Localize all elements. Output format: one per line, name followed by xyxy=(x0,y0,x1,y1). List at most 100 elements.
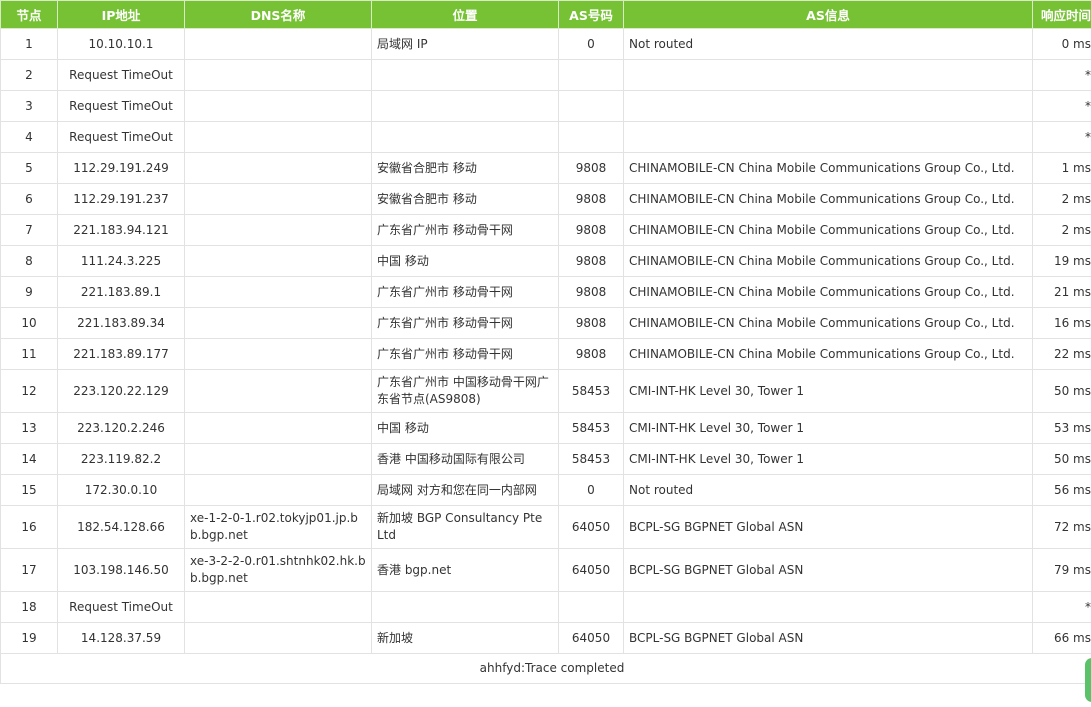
cell-ip: 223.119.82.2 xyxy=(57,443,185,475)
cell-as-info: BCPL-SG BGPNET Global ASN xyxy=(623,622,1033,654)
cell-location: 广东省广州市 中国移动骨干网广东省节点(AS9808) xyxy=(371,369,559,413)
cell-as-number: 64050 xyxy=(558,622,624,654)
traceroute-table: 节点 IP地址 DNS名称 位置 AS号码 AS信息 响应时间 1 10.10.1… xyxy=(0,0,1091,684)
cell-as-info xyxy=(623,121,1033,153)
cell-as-number xyxy=(558,121,624,153)
table-row: 19 14.128.37.59 新加坡 64050 BCPL-SG BGPNET Glo… xyxy=(0,622,1091,654)
cell-as-number: 0 xyxy=(558,28,624,60)
cell-hop: 18 xyxy=(0,591,58,623)
table-row: 2 Request TimeOut * xyxy=(0,59,1091,91)
cell-response-time: 50 ms xyxy=(1032,369,1091,413)
cell-response-time: 21 ms xyxy=(1032,276,1091,308)
cell-as-info xyxy=(623,90,1033,122)
cell-as-number: 58453 xyxy=(558,412,624,444)
cell-location xyxy=(371,59,559,91)
cell-ip: 112.29.191.237 xyxy=(57,183,185,215)
trace-status-row: ahhfyd:Trace completed xyxy=(0,653,1091,684)
cell-ip: 223.120.2.246 xyxy=(57,412,185,444)
cell-dns xyxy=(184,412,372,444)
table-row: 5 112.29.191.249 安徽省合肥市 移动 9808 CHINAMOBILE-… xyxy=(0,152,1091,184)
cell-as-number xyxy=(558,90,624,122)
cell-hop: 7 xyxy=(0,214,58,246)
cell-dns xyxy=(184,59,372,91)
cell-as-number xyxy=(558,59,624,91)
col-header-hop: 节点 xyxy=(0,0,58,29)
cell-location: 局域网 对方和您在同一内部网 xyxy=(371,474,559,506)
cell-ip: 111.24.3.225 xyxy=(57,245,185,277)
cell-as-number: 58453 xyxy=(558,443,624,475)
cell-ip: Request TimeOut xyxy=(57,59,185,91)
cell-location: 局域网 IP xyxy=(371,28,559,60)
cell-hop: 10 xyxy=(0,307,58,339)
cell-ip: 172.30.0.10 xyxy=(57,474,185,506)
table-row: 4 Request TimeOut * xyxy=(0,121,1091,153)
cell-response-time: 56 ms xyxy=(1032,474,1091,506)
cell-hop: 4 xyxy=(0,121,58,153)
cell-as-info: CHINAMOBILE-CN China Mobile Communicatio… xyxy=(623,245,1033,277)
cell-ip: 14.128.37.59 xyxy=(57,622,185,654)
cell-dns xyxy=(184,276,372,308)
cell-as-number: 0 xyxy=(558,474,624,506)
cell-ip: 221.183.89.1 xyxy=(57,276,185,308)
cell-hop: 14 xyxy=(0,443,58,475)
cell-dns xyxy=(184,214,372,246)
cell-as-number: 64050 xyxy=(558,548,624,592)
cell-location: 香港 中国移动国际有限公司 xyxy=(371,443,559,475)
cell-hop: 15 xyxy=(0,474,58,506)
cell-as-info: BCPL-SG BGPNET Global ASN xyxy=(623,548,1033,592)
cell-as-info: CMI-INT-HK Level 30, Tower 1 xyxy=(623,369,1033,413)
cell-as-info: CMI-INT-HK Level 30, Tower 1 xyxy=(623,443,1033,475)
cell-dns xyxy=(184,28,372,60)
cell-hop: 2 xyxy=(0,59,58,91)
cell-hop: 13 xyxy=(0,412,58,444)
cell-hop: 19 xyxy=(0,622,58,654)
cell-as-info: BCPL-SG BGPNET Global ASN xyxy=(623,505,1033,549)
cell-dns xyxy=(184,474,372,506)
cell-location: 新加坡 BGP Consultancy Pte Ltd xyxy=(371,505,559,549)
cell-response-time: 19 ms xyxy=(1032,245,1091,277)
cell-location: 中国 移动 xyxy=(371,412,559,444)
cell-as-info: CHINAMOBILE-CN China Mobile Communicatio… xyxy=(623,276,1033,308)
cell-response-time: * xyxy=(1032,591,1091,623)
cell-ip: Request TimeOut xyxy=(57,121,185,153)
cell-ip: Request TimeOut xyxy=(57,90,185,122)
cell-location: 广东省广州市 移动骨干网 xyxy=(371,276,559,308)
floating-side-tab-icon[interactable] xyxy=(1085,658,1091,702)
cell-response-time: 72 ms xyxy=(1032,505,1091,549)
cell-hop: 11 xyxy=(0,338,58,370)
cell-hop: 12 xyxy=(0,369,58,413)
cell-response-time: 2 ms xyxy=(1032,214,1091,246)
cell-as-info: Not routed xyxy=(623,474,1033,506)
cell-location: 广东省广州市 移动骨干网 xyxy=(371,307,559,339)
cell-as-number: 9808 xyxy=(558,183,624,215)
cell-hop: 16 xyxy=(0,505,58,549)
table-row: 11 221.183.89.177 广东省广州市 移动骨干网 9808 CHINAMOB… xyxy=(0,338,1091,370)
cell-response-time: * xyxy=(1032,121,1091,153)
cell-location xyxy=(371,121,559,153)
cell-dns: xe-3-2-2-0.r01.shtnhk02.hk.bb.bgp.net xyxy=(184,548,372,592)
col-header-response-time: 响应时间 xyxy=(1032,0,1091,29)
cell-hop: 6 xyxy=(0,183,58,215)
cell-ip: 221.183.89.34 xyxy=(57,307,185,339)
cell-as-info xyxy=(623,591,1033,623)
table-row: 7 221.183.94.121 广东省广州市 移动骨干网 9808 CHINAMOBI… xyxy=(0,214,1091,246)
cell-ip: 221.183.89.177 xyxy=(57,338,185,370)
cell-location: 广东省广州市 移动骨干网 xyxy=(371,338,559,370)
table-row: 3 Request TimeOut * xyxy=(0,90,1091,122)
cell-as-info: CMI-INT-HK Level 30, Tower 1 xyxy=(623,412,1033,444)
cell-response-time: * xyxy=(1032,59,1091,91)
table-row: 16 182.54.128.66 xe-1-2-0-1.r02.tokyjp01.j… xyxy=(0,505,1091,549)
cell-hop: 17 xyxy=(0,548,58,592)
table-row: 12 223.120.22.129 广东省广州市 中国移动骨干网广东省节点(AS98… xyxy=(0,369,1091,413)
table-row: 17 103.198.146.50 xe-3-2-2-0.r01.shtnhk02.… xyxy=(0,548,1091,592)
cell-response-time: 66 ms xyxy=(1032,622,1091,654)
cell-response-time: 53 ms xyxy=(1032,412,1091,444)
cell-response-time: 2 ms xyxy=(1032,183,1091,215)
cell-location: 广东省广州市 移动骨干网 xyxy=(371,214,559,246)
cell-dns xyxy=(184,121,372,153)
cell-as-number: 58453 xyxy=(558,369,624,413)
cell-hop: 8 xyxy=(0,245,58,277)
cell-as-info: CHINAMOBILE-CN China Mobile Communicatio… xyxy=(623,183,1033,215)
cell-as-number: 9808 xyxy=(558,245,624,277)
cell-as-info: CHINAMOBILE-CN China Mobile Communicatio… xyxy=(623,214,1033,246)
